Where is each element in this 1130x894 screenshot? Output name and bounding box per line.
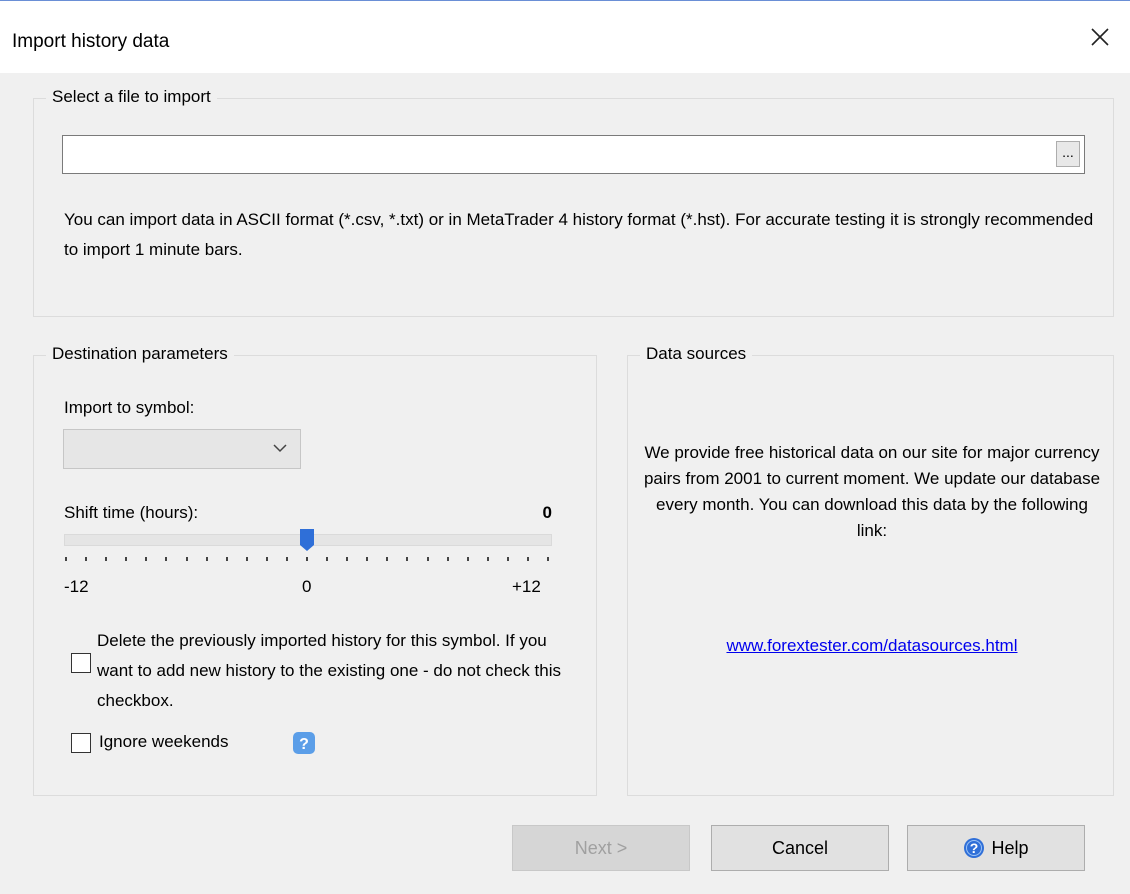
file-path-input[interactable] [62,135,1085,174]
ignore-weekends-label: Ignore weekends [99,732,229,751]
slider-tick [225,557,228,561]
slider-tick [85,557,88,561]
shift-time-label: Shift time (hours): [64,503,199,522]
slider-tick [65,557,67,561]
slider-tick [105,557,108,561]
slider-tick [145,557,148,561]
data-sources-legend: Data sources [640,344,753,364]
slider-tick [165,557,168,561]
slider-tick [185,557,188,561]
slider-tick [506,557,509,561]
shift-mid-label: 0 [302,577,312,596]
slider-tick [386,557,389,561]
slider-tick [446,557,449,561]
file-group-legend: Select a file to import [46,87,217,107]
slider-tick [466,557,469,561]
symbol-label: Import to symbol: [64,398,195,417]
slider-tick [245,557,248,561]
slider-tick [306,557,308,561]
window-title: Import history data [12,31,170,52]
svg-text:?: ? [970,840,979,856]
cancel-button-label: Cancel [771,837,829,858]
next-button-label: Next > [574,837,628,858]
cancel-button[interactable]: Cancel [711,825,889,871]
slider-tick [205,557,208,561]
browse-button[interactable]: ... [1056,141,1080,167]
destination-group: Destination parameters [33,344,597,796]
delete-history-checkbox[interactable] [71,653,91,673]
slider-tick [125,557,128,561]
help-icon[interactable]: ? [292,731,316,755]
shift-time-value: 0 [542,503,552,522]
close-button[interactable] [1070,1,1130,73]
data-sources-group: Data sources [627,344,1114,796]
symbol-select[interactable] [63,429,301,469]
slider-tick [406,557,409,561]
import-info-text: You can import data in ASCII format (*.c… [64,210,1094,259]
shift-max-label: +12 [512,577,541,596]
close-icon [1091,28,1109,46]
help-circle-icon: ? [964,838,985,858]
slider-tick [366,557,369,561]
chevron-down-icon [273,444,287,453]
slider-tick [486,557,489,561]
data-sources-text: We provide free historical data on our s… [643,443,1101,540]
help-button[interactable]: ? Help [907,825,1085,871]
slider-tick [265,557,268,561]
slider-tick [326,557,329,561]
shift-time-slider-thumb[interactable] [299,528,315,552]
slider-tick [547,557,549,561]
ignore-weekends-checkbox[interactable] [71,733,91,753]
svg-text:?: ? [299,736,309,753]
slider-tick [426,557,429,561]
slider-tick [285,557,288,561]
help-button-label: Help [991,837,1029,858]
slider-tick [346,557,349,561]
next-button[interactable]: Next > [512,825,690,871]
shift-min-label: -12 [64,577,89,596]
data-sources-link[interactable]: www.forextester.com/datasources.html [642,636,1102,656]
title-bar: Import history data [0,0,1130,73]
slider-tick [526,557,529,561]
destination-group-legend: Destination parameters [46,344,234,364]
delete-history-label: Delete the previously imported history f… [97,631,561,710]
